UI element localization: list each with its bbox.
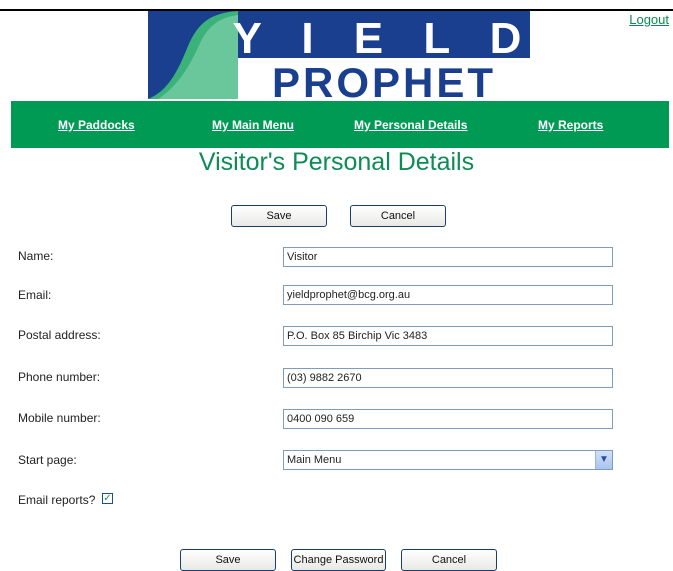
yield-prophet-logo: Y I E L D PROPHET: [148, 11, 530, 99]
checkmark-icon: ✓: [103, 493, 112, 504]
logo-text-yield: Y I E L D: [233, 14, 530, 63]
mobile-number-label: Mobile number:: [18, 411, 101, 425]
email-field[interactable]: yieldprophet@bcg.org.au: [283, 285, 613, 305]
nav-my-main-menu[interactable]: My Main Menu: [212, 118, 294, 132]
logo-text-prophet: PROPHET: [272, 59, 496, 99]
logout-link[interactable]: Logout: [629, 12, 669, 27]
nav-my-personal-details[interactable]: My Personal Details: [354, 118, 467, 132]
start-page-selected-value: Main Menu: [287, 454, 342, 466]
main-nav-bar: My Paddocks My Main Menu My Personal Det…: [11, 101, 669, 148]
postal-address-label: Postal address:: [18, 328, 101, 342]
nav-my-reports[interactable]: My Reports: [538, 118, 603, 132]
top-cancel-button[interactable]: Cancel: [350, 205, 446, 227]
start-page-select[interactable]: Main Menu ▼: [283, 450, 613, 470]
chevron-down-icon[interactable]: ▼: [595, 451, 612, 469]
page-title: Visitor's Personal Details: [198, 148, 475, 176]
email-reports-label: Email reports?: [18, 493, 96, 507]
email-label: Email:: [18, 288, 52, 302]
top-save-button[interactable]: Save: [231, 205, 327, 227]
name-label: Name:: [18, 249, 54, 263]
phone-number-label: Phone number:: [18, 370, 101, 384]
postal-address-field[interactable]: P.O. Box 85 Birchip Vic 3483: [283, 326, 613, 346]
start-page-label: Start page:: [18, 453, 77, 467]
nav-my-paddocks[interactable]: My Paddocks: [58, 118, 135, 132]
mobile-number-field[interactable]: 0400 090 659: [283, 409, 613, 429]
email-reports-checkbox[interactable]: ✓: [102, 493, 113, 504]
name-field[interactable]: Visitor: [283, 247, 613, 267]
phone-number-field[interactable]: (03) 9882 2670: [283, 368, 613, 388]
